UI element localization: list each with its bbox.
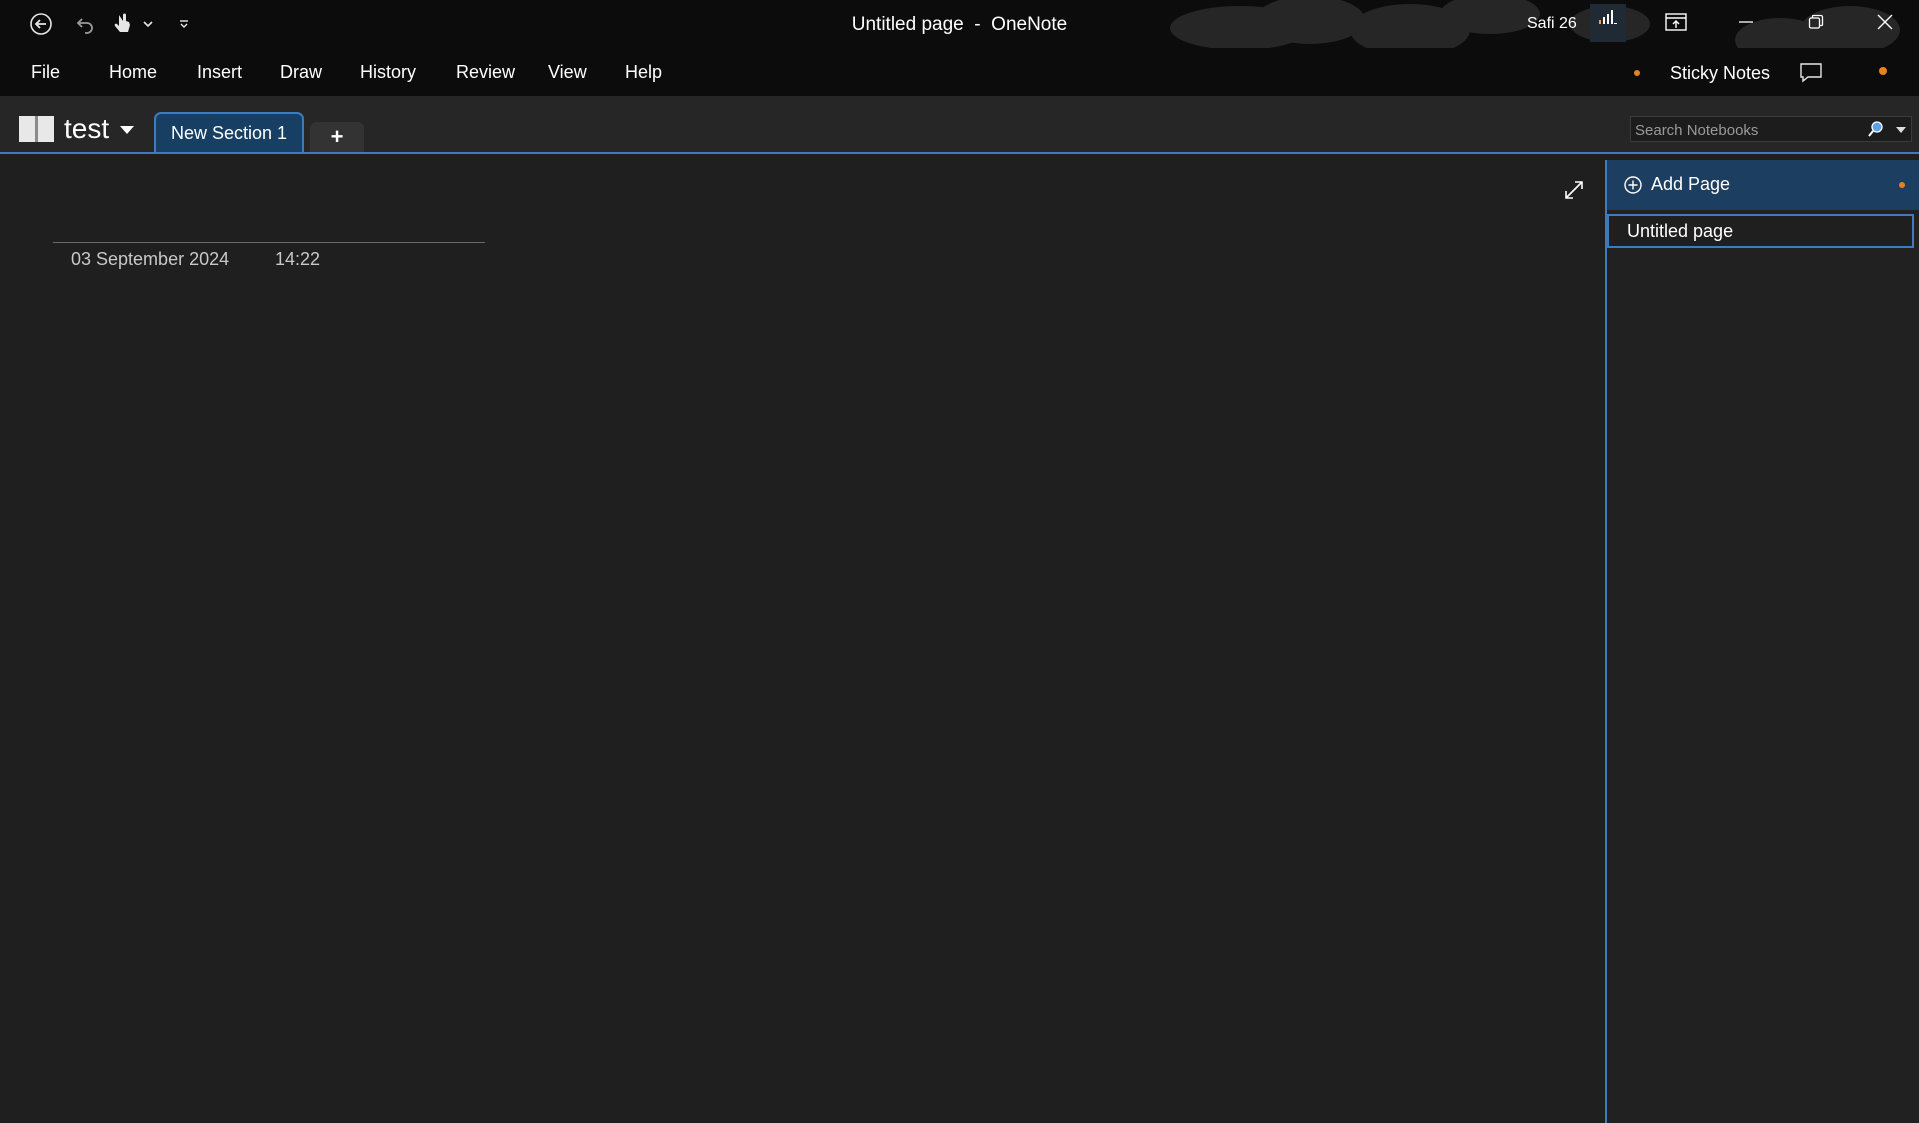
- search-icon[interactable]: [1867, 120, 1885, 138]
- customize-toolbar-icon: [180, 20, 188, 28]
- account-name[interactable]: Safi 26: [1527, 0, 1577, 48]
- menu-draw[interactable]: Draw: [280, 48, 322, 96]
- signal-button[interactable]: [1590, 4, 1626, 42]
- customize-toolbar-button[interactable]: [174, 10, 194, 38]
- add-section-button[interactable]: +: [310, 122, 364, 152]
- menu-home[interactable]: Home: [109, 48, 157, 96]
- chevron-down-icon: [143, 21, 153, 28]
- page-list-panel: Add Page Untitled page: [1605, 160, 1919, 1123]
- menu-review[interactable]: Review: [456, 48, 515, 96]
- ribbon-display-options-button[interactable]: [1642, 0, 1710, 44]
- close-icon: [1877, 14, 1893, 30]
- page-title-line[interactable]: [53, 242, 485, 243]
- signal-bars-icon: [1599, 10, 1617, 24]
- restore-button[interactable]: [1782, 0, 1850, 44]
- expand-icon: [1565, 181, 1583, 199]
- comments-button[interactable]: [1796, 59, 1826, 87]
- window-title-text: Untitled page - OneNote: [851, 14, 1068, 35]
- comment-icon: [1800, 63, 1822, 83]
- touch-mode-dropdown[interactable]: [140, 10, 156, 38]
- search-input[interactable]: [1631, 117, 1867, 143]
- search-scope-dropdown-icon[interactable]: [1896, 127, 1906, 133]
- menu-help[interactable]: Help: [625, 48, 662, 96]
- minimize-button[interactable]: [1712, 0, 1780, 44]
- close-button[interactable]: [1851, 0, 1919, 44]
- add-page-notification-dot: [1899, 182, 1905, 188]
- restore-icon: [1808, 14, 1824, 29]
- touch-hand-icon: [114, 13, 130, 32]
- page-canvas[interactable]: 03 September 2024 14:22: [0, 160, 1605, 1123]
- sticky-notes-button[interactable]: Sticky Notes: [1670, 48, 1770, 98]
- section-bar: test New Section 1 +: [0, 96, 1919, 154]
- menu-view[interactable]: View: [548, 48, 587, 96]
- back-arrow-icon: [30, 13, 52, 35]
- minimize-icon: [1739, 21, 1753, 23]
- menu-insert[interactable]: Insert: [197, 48, 242, 96]
- undo-button[interactable]: [70, 10, 100, 38]
- sticky-notes-notification-dot: [1634, 70, 1640, 76]
- notification-dot: [1879, 67, 1887, 75]
- search-notebooks: [1630, 116, 1912, 143]
- add-page-label: Add Page: [1651, 174, 1731, 194]
- notebook-icon: [19, 116, 54, 142]
- page-time: 14:22: [275, 249, 321, 269]
- undo-icon: [76, 18, 93, 34]
- back-button[interactable]: [26, 10, 56, 38]
- menu-file[interactable]: File: [31, 48, 60, 96]
- ribbon-display-icon: [1665, 13, 1687, 31]
- touch-mode-button[interactable]: [108, 10, 136, 38]
- ribbon-menu-bar: File Home Insert Draw History Review Vie…: [0, 48, 1919, 96]
- title-bar: Untitled page - OneNote Safi 26: [0, 0, 1919, 48]
- add-page-button[interactable]: Add Page: [1607, 160, 1919, 210]
- notebook-dropdown-icon[interactable]: [120, 126, 134, 134]
- tab-new-section-1[interactable]: New Section 1: [154, 112, 304, 152]
- add-circle-icon: [1624, 176, 1642, 194]
- page-date: 03 September 2024: [71, 249, 230, 269]
- window-title: Untitled page - OneNote: [0, 0, 1919, 48]
- full-page-view-button[interactable]: [1563, 179, 1585, 206]
- page-item-untitled[interactable]: Untitled page: [1607, 214, 1914, 248]
- menu-history[interactable]: History: [360, 48, 416, 96]
- notebook-name[interactable]: test: [64, 106, 109, 152]
